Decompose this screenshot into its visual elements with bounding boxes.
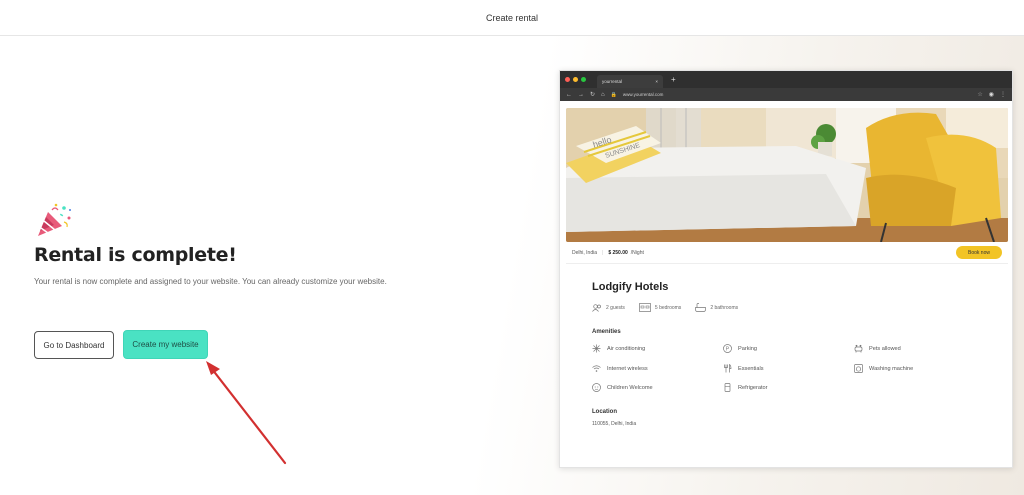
browser-tab-bar: yourrental × + — [560, 71, 1012, 88]
washing-machine-icon — [854, 364, 863, 373]
bathrooms-count: 2 bathrooms — [710, 304, 739, 311]
price-unit: /Night — [630, 249, 644, 256]
amenity-item: Essentials — [723, 364, 764, 373]
wifi-icon — [592, 365, 601, 372]
forward-icon: → — [578, 91, 584, 98]
browser-tab-title: yourrental — [602, 79, 623, 84]
refrigerator-icon — [724, 383, 731, 392]
amenity-item: Air conditioning — [592, 344, 645, 353]
location-label: Delhi, India — [572, 249, 598, 256]
property-specs: 2 guests 5 bedrooms 2 bathrooms — [592, 303, 752, 312]
amenity-item: Refrigerator — [723, 383, 768, 392]
price-bar: Delhi, India | $ 250.00 /Night Book now — [566, 242, 1008, 264]
home-icon: ⌂ — [601, 91, 605, 98]
cutlery-icon — [724, 364, 732, 373]
amenity-item: Children Welcome — [592, 383, 653, 392]
create-my-website-button[interactable]: Create my website — [123, 330, 208, 359]
completion-description: Your rental is now complete and assigned… — [34, 277, 387, 286]
amenity-item: Internet wireless — [592, 364, 648, 373]
profile-icon: ◉ — [988, 92, 994, 98]
menu-icon: ⋮ — [1000, 92, 1006, 98]
parking-icon: P — [723, 344, 732, 353]
lock-icon: 🔒 — [610, 91, 617, 98]
guests-icon — [592, 303, 601, 312]
page-title: Create rental — [485, 12, 539, 23]
star-icon: ☆ — [977, 92, 983, 98]
amenity-item: P Parking — [723, 344, 757, 353]
hero-bedroom-image: hello SUNSHINE — [566, 108, 1008, 242]
back-icon: ← — [566, 91, 572, 98]
top-bar: Create rental — [0, 0, 1024, 36]
completion-heading: Rental is complete! — [34, 244, 237, 266]
bedrooms-count: 5 bedrooms — [654, 304, 682, 311]
amenity-item: Washing machine — [854, 364, 913, 373]
guests-count: 2 guests — [606, 304, 625, 311]
book-now-button[interactable]: Book now — [956, 246, 1002, 259]
website-preview: yourrental × + ← → ↻ ⌂ 🔒 www.yourrental.… — [559, 70, 1013, 468]
new-tab-icon: + — [671, 75, 676, 84]
annotation-arrow — [206, 361, 287, 465]
bathtub-icon — [695, 303, 707, 312]
close-icon: × — [655, 79, 658, 84]
reload-icon: ↻ — [590, 92, 596, 98]
amenity-item: Pets allowed — [854, 344, 901, 353]
paw-icon — [854, 344, 863, 353]
snowflake-icon — [592, 344, 601, 353]
amenities-title: Amenities — [592, 329, 621, 335]
location-title: Location — [592, 409, 617, 415]
svg-text:P: P — [726, 347, 730, 353]
bed-icon — [639, 303, 651, 312]
hotel-name: Lodgify Hotels — [592, 281, 669, 293]
go-to-dashboard-button[interactable]: Go to Dashboard — [34, 331, 114, 359]
party-popper-icon — [38, 203, 71, 236]
location-address: 110055, Delhi, India — [592, 421, 637, 427]
url-text: www.yourrental.com — [622, 92, 664, 97]
price-value: $ 250.00 — [608, 249, 628, 256]
child-face-icon — [592, 383, 601, 392]
browser-url-bar: ← → ↻ ⌂ 🔒 www.yourrental.com ☆ ◉ ⋮ — [560, 88, 1012, 101]
browser-tab: yourrental × — [597, 75, 663, 88]
